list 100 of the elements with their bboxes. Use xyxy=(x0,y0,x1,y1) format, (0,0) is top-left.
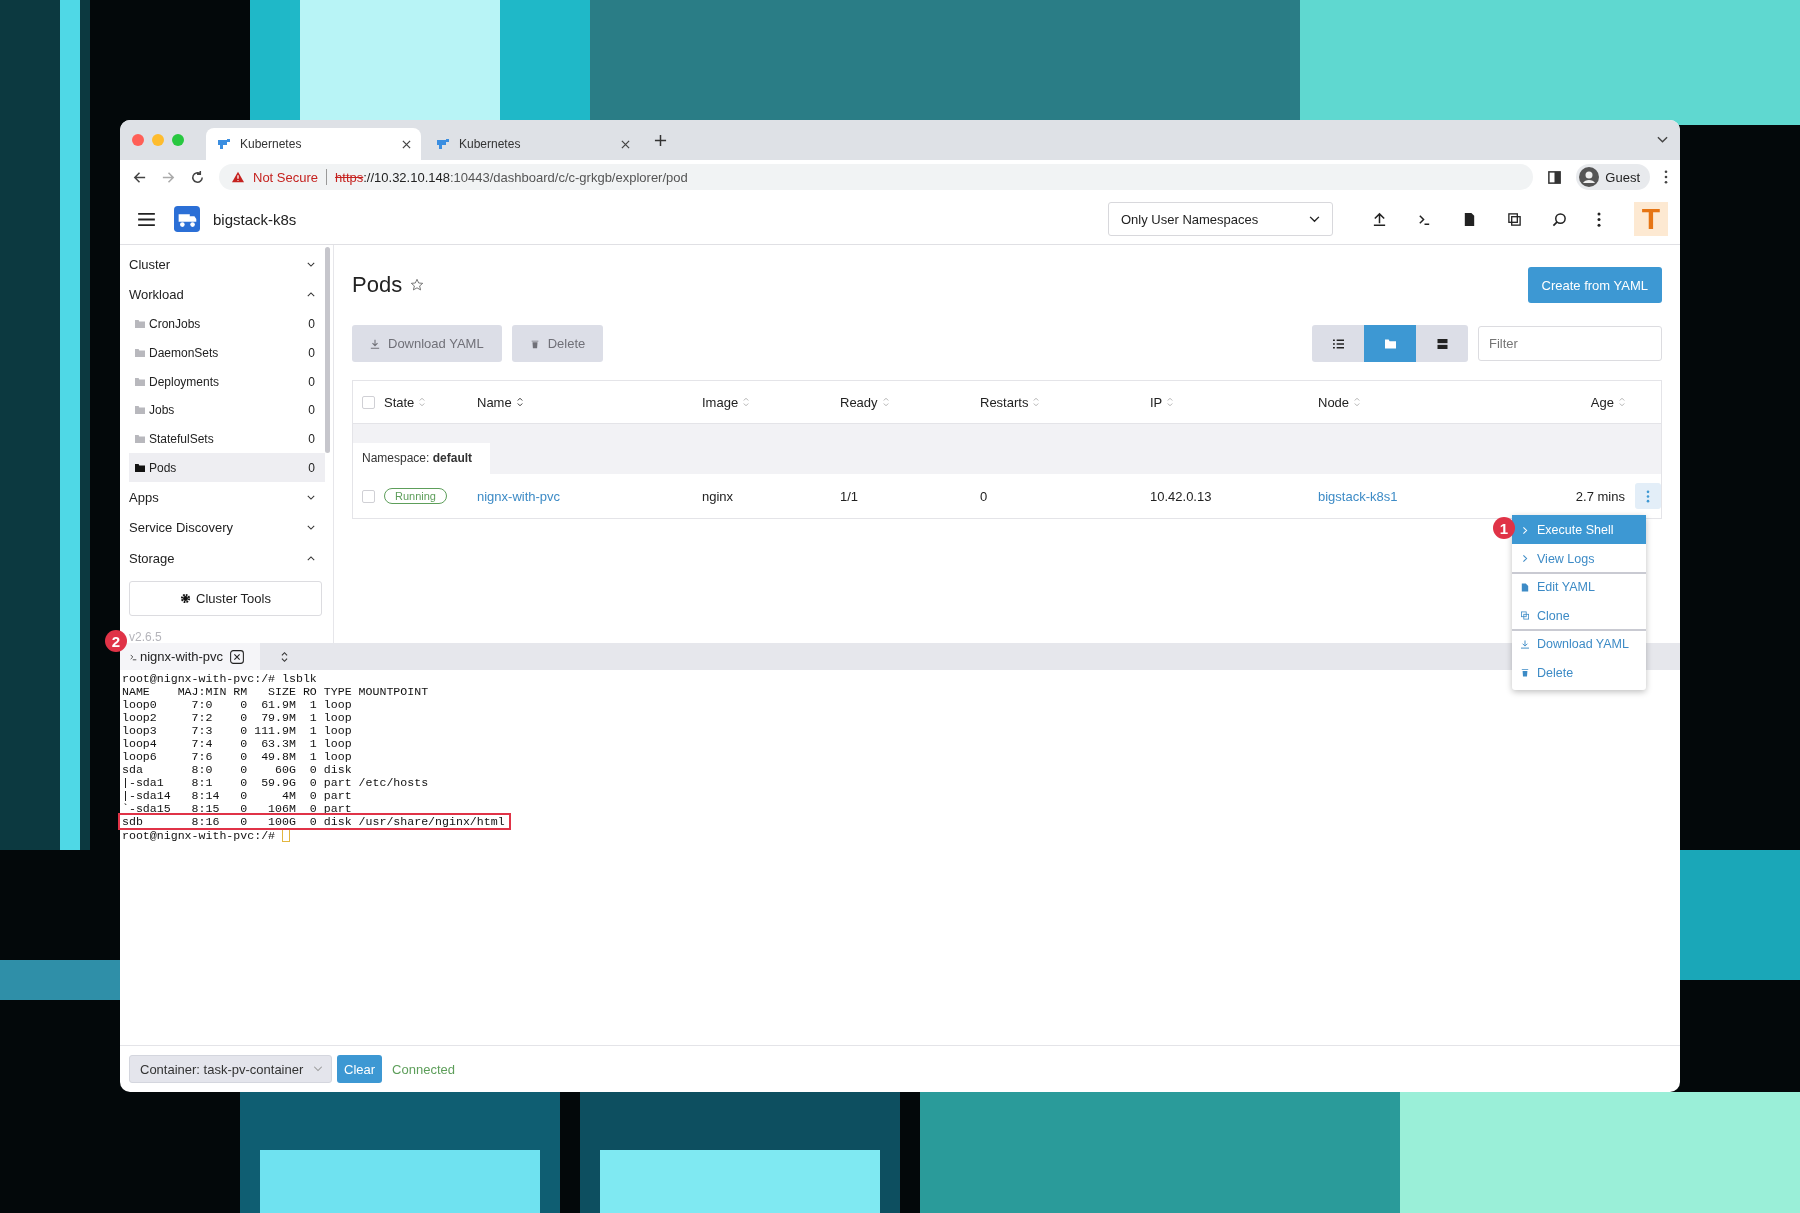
file-icon[interactable] xyxy=(1462,211,1477,227)
column-header[interactable]: State xyxy=(384,394,477,410)
nav-item[interactable]: Jobs 0 xyxy=(129,396,325,425)
filter-field[interactable]: Filter xyxy=(1478,326,1662,361)
node-link[interactable]: bigstack-k8s1 xyxy=(1318,488,1398,504)
menu-item[interactable]: Download YAML xyxy=(1512,629,1646,658)
cluster-tools-button[interactable]: Cluster Tools xyxy=(129,580,322,616)
menu-item[interactable]: Delete xyxy=(1512,657,1646,686)
cluster-logo-icon xyxy=(173,206,201,232)
namespace-select[interactable]: Only User Namespaces xyxy=(1108,202,1333,236)
sort-icon xyxy=(1619,397,1625,407)
download-icon xyxy=(370,338,380,349)
terminal-prompt: root@nignx-with-pvc:/# xyxy=(122,828,276,842)
file-icon xyxy=(1521,582,1529,592)
sort-icon xyxy=(1033,397,1040,407)
nav-item[interactable]: Deployments 0 xyxy=(129,367,325,397)
folder-icon xyxy=(135,377,145,386)
folder-icon xyxy=(135,435,145,444)
folder-icon xyxy=(135,349,145,358)
chevron-icon xyxy=(307,261,315,267)
view-mode-button[interactable] xyxy=(1416,325,1468,362)
search-icon[interactable] xyxy=(1552,211,1567,227)
browser-tab[interactable]: Kubernetes xyxy=(425,128,640,160)
nav-item[interactable]: DaemonSets 0 xyxy=(129,338,325,368)
chevron-down-icon[interactable] xyxy=(1657,136,1668,144)
terminal-icon xyxy=(130,652,137,661)
terminal-line: loop2 7:2 0 79.9M 1 loop xyxy=(122,711,352,724)
terminal-line: |-sda14 8:14 0 4M 0 part xyxy=(122,789,352,802)
column-header[interactable]: Node xyxy=(1318,394,1533,410)
table-cell: 1/1 xyxy=(840,488,859,504)
address-field[interactable]: Not Secure https://10.32.10.148:10443/dashboard/c/c-grkgb/explorer/pod xyxy=(219,164,1534,190)
nav-group[interactable]: Apps xyxy=(129,482,325,513)
column-header[interactable]: Restarts xyxy=(980,394,1150,410)
star-icon[interactable] xyxy=(410,278,425,292)
table-cell: 0 xyxy=(980,488,988,504)
close-icon[interactable] xyxy=(230,649,245,664)
terminal-tab[interactable]: nignx-with-pvc xyxy=(120,643,260,670)
sidebar-icon[interactable] xyxy=(1547,169,1563,185)
menu-icon[interactable] xyxy=(138,212,155,226)
rows-icon xyxy=(1436,338,1448,349)
warning-icon xyxy=(231,171,245,183)
namespace-group-label: Namespace: default xyxy=(353,443,491,474)
terminal-line: NAME MAJ:MIN RM SIZE RO TYPE MOUNTPOINT xyxy=(122,685,429,698)
reload-icon[interactable] xyxy=(190,169,205,185)
terminal-line: root@nignx-with-pvc:/# lsblk xyxy=(122,672,317,685)
row-checkbox[interactable] xyxy=(362,489,375,503)
chevron-right-icon xyxy=(1521,525,1529,535)
sort-icon xyxy=(1354,397,1361,407)
page-title: Pods xyxy=(352,272,403,298)
cursor xyxy=(282,828,291,842)
expand-icon[interactable] xyxy=(280,650,289,663)
column-header[interactable]: Ready xyxy=(840,394,980,410)
close-icon[interactable] xyxy=(402,139,411,149)
browser-tab[interactable]: Kubernetes xyxy=(206,128,421,160)
chevron-down-icon xyxy=(1309,215,1320,223)
step-marker: 1 xyxy=(1493,517,1515,539)
terminal-line: |-sda1 8:1 0 59.9G 0 part /etc/hosts xyxy=(122,776,429,789)
container-select[interactable]: Container: task-pv-container xyxy=(129,1055,332,1083)
table-cell: 10.42.0.13 xyxy=(1150,488,1212,504)
select-all-checkbox[interactable] xyxy=(362,395,375,409)
more-icon[interactable] xyxy=(1597,211,1601,227)
new-tab-icon[interactable] xyxy=(654,133,667,147)
terminal-line: sdb 8:16 0 100G 0 disk /usr/share/nginx/html xyxy=(120,815,509,828)
copy-icon[interactable] xyxy=(1507,211,1522,227)
column-header[interactable]: Name xyxy=(477,394,702,410)
trash-icon xyxy=(1521,668,1529,678)
nav-group[interactable]: Workload xyxy=(129,279,325,310)
nav-group[interactable]: Cluster xyxy=(129,249,325,280)
sort-icon xyxy=(419,397,426,407)
chevron-icon xyxy=(307,494,315,500)
chevron-icon xyxy=(307,555,315,561)
person-icon xyxy=(1579,167,1600,187)
menu-item[interactable]: Clone xyxy=(1512,600,1646,629)
nav-group[interactable]: Service Discovery xyxy=(129,512,325,544)
scrollbar[interactable] xyxy=(325,247,330,453)
profile-button[interactable]: Guest xyxy=(1576,164,1650,190)
nav-group[interactable]: Storage xyxy=(129,543,325,574)
pod-name-link[interactable]: nignx-with-pvc xyxy=(477,488,561,504)
folder-icon xyxy=(135,406,145,415)
more-icon xyxy=(1646,489,1650,503)
menu-item[interactable]: Edit YAML xyxy=(1512,572,1646,601)
column-header[interactable]: Age xyxy=(1533,394,1625,410)
table-cell: nginx xyxy=(702,488,734,504)
close-icon[interactable] xyxy=(621,139,630,149)
nav-item[interactable]: CronJobs 0 xyxy=(129,310,325,339)
terminal-line: loop4 7:4 0 63.3M 1 loop xyxy=(122,737,352,750)
more-icon[interactable] xyxy=(1664,170,1668,184)
chevron-icon xyxy=(307,292,315,298)
copy-icon xyxy=(1521,611,1529,621)
nav-item[interactable]: StatefulSets 0 xyxy=(129,424,325,454)
connection-status: Connected xyxy=(392,1061,455,1077)
menu-item[interactable]: View Logs xyxy=(1512,543,1646,572)
sort-icon xyxy=(1167,397,1174,407)
column-header[interactable]: IP xyxy=(1150,394,1318,410)
upload-icon[interactable] xyxy=(1372,211,1387,227)
nav-item[interactable]: Pods 0 xyxy=(129,453,325,483)
folder-icon xyxy=(1384,338,1396,349)
column-header[interactable]: Image xyxy=(702,394,840,410)
terminal-line: `-sda15 8:15 0 106M 0 part xyxy=(122,802,352,815)
folder-icon xyxy=(135,463,145,472)
